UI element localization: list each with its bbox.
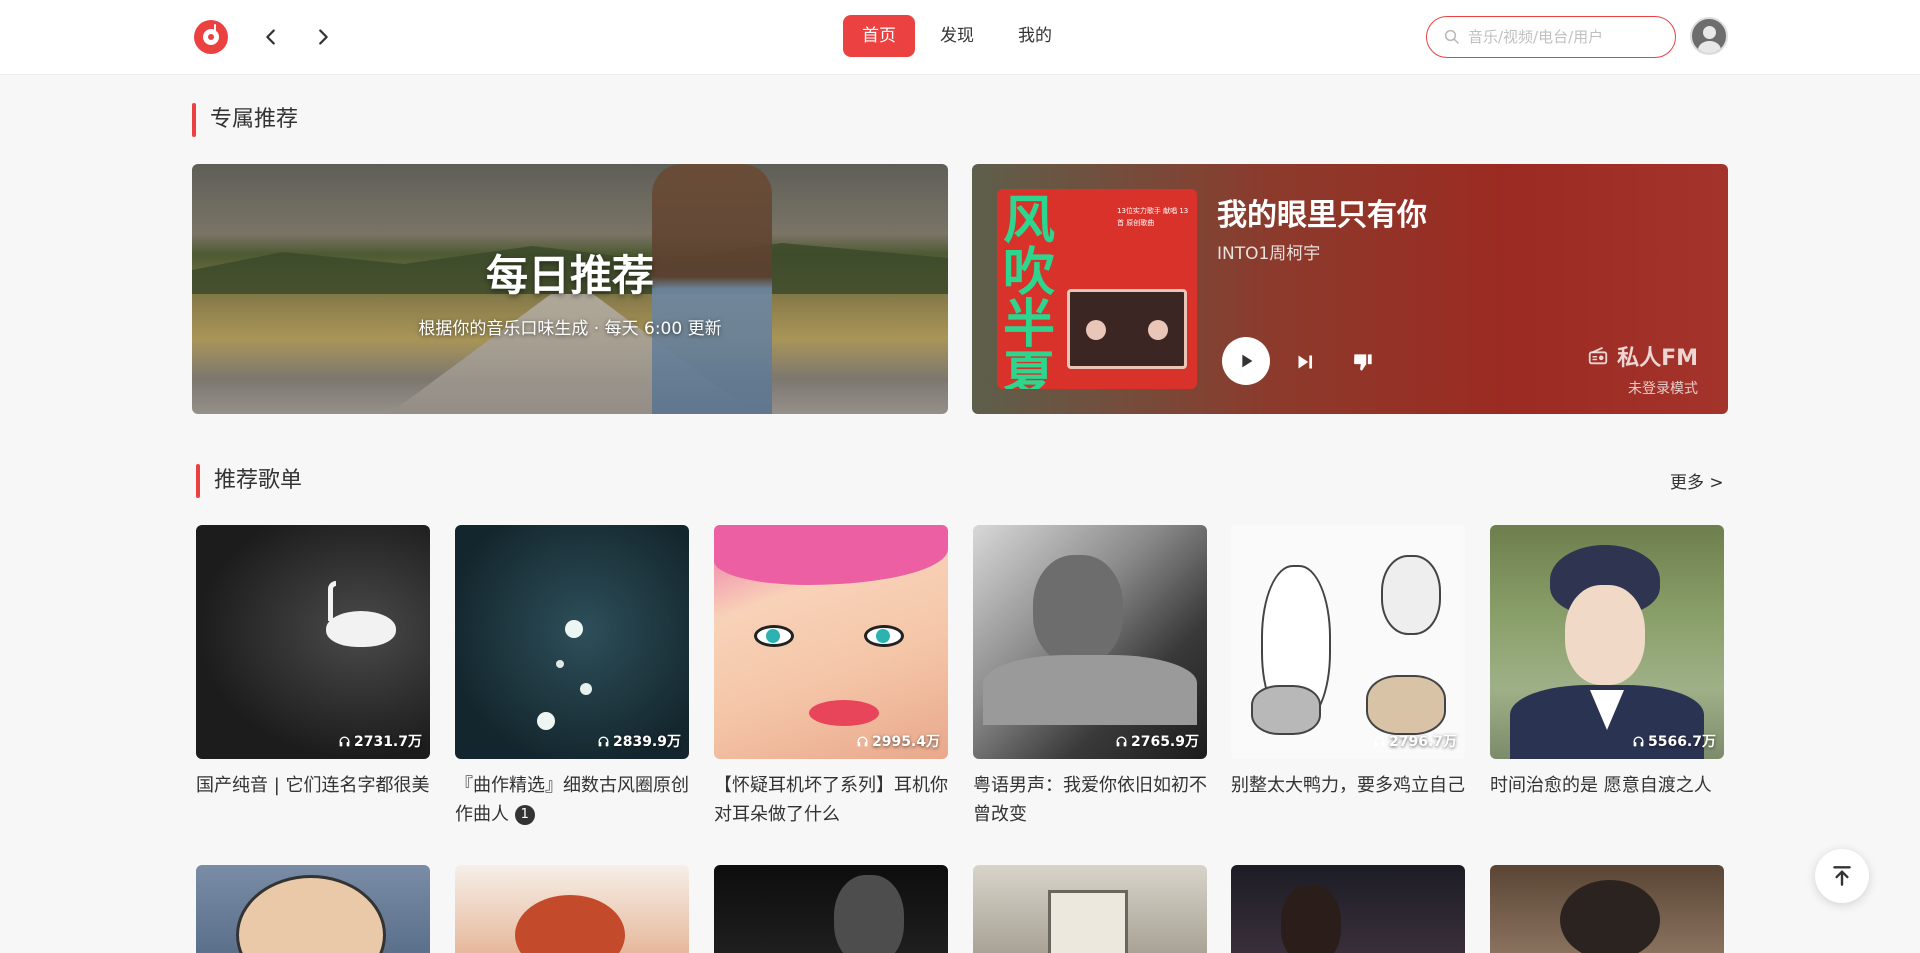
playlist-cover: 2731.7万 bbox=[196, 525, 430, 759]
forward-arrow-icon[interactable] bbox=[312, 26, 334, 48]
playlist-name-wrap[interactable]: 『曲作精选』细数古风圈原创作曲人 1 bbox=[455, 771, 689, 831]
play-icon bbox=[1242, 354, 1253, 368]
playlist-card[interactable]: 2839.9万 『曲作精选』细数古风圈原创作曲人 1 bbox=[455, 525, 689, 831]
daily-recommend-card[interactable]: 每日推荐 根据你的音乐口味生成 · 每天 6:00 更新 bbox=[192, 164, 948, 414]
user-avatar[interactable] bbox=[1690, 17, 1728, 55]
search-icon bbox=[1444, 29, 1459, 44]
private-fm-card[interactable]: 风吹半夏 13位实力歌手 献唱 13首 原创歌曲 我的眼里只有你 INTO1周柯… bbox=[972, 164, 1728, 414]
playlist-cover[interactable] bbox=[1231, 865, 1465, 953]
playlist-card[interactable]: 2995.4万 【怀疑耳机坏了系列】耳机你对耳朵做了什么 bbox=[714, 525, 948, 831]
playlist-card[interactable]: 5566.7万 时间治愈的是 愿意自渡之人 bbox=[1490, 525, 1724, 831]
main-tabs: 首页 发现 我的 bbox=[843, 15, 1071, 57]
playlist-name[interactable]: 时间治愈的是 愿意自渡之人 bbox=[1490, 771, 1724, 831]
fm-artist[interactable]: INTO1周柯宇 bbox=[1217, 239, 1320, 264]
daily-subtitle: 根据你的音乐口味生成 · 每天 6:00 更新 bbox=[418, 319, 722, 339]
top-bar: 首页 发现 我的 bbox=[0, 0, 1920, 75]
play-count: 2731.7万 bbox=[353, 734, 422, 750]
playlist-name[interactable]: 【怀疑耳机坏了系列】耳机你对耳朵做了什么 bbox=[714, 771, 948, 831]
play-count: 2796.7万 bbox=[1388, 734, 1457, 750]
back-to-top-button[interactable] bbox=[1815, 849, 1869, 903]
app-logo-icon[interactable] bbox=[194, 20, 228, 54]
playlist-cover[interactable] bbox=[196, 865, 430, 953]
cover-title: 风吹半夏 bbox=[1003, 190, 1056, 390]
playlist-name[interactable]: 国产纯音 | 它们连名字都很美 bbox=[196, 771, 430, 831]
daily-title: 每日推荐 bbox=[485, 251, 654, 300]
play-count: 2839.9万 bbox=[612, 734, 681, 750]
cover-text: 13位实力歌手 献唱 13首 原创歌曲 bbox=[1117, 207, 1189, 227]
fm-song-title[interactable]: 我的眼里只有你 bbox=[1217, 190, 1427, 234]
playlist-cover[interactable] bbox=[455, 865, 689, 953]
play-count: 5566.7万 bbox=[1647, 734, 1716, 750]
headphones-icon bbox=[857, 736, 868, 746]
tab-mine[interactable]: 我的 bbox=[999, 15, 1071, 57]
playlist-cover[interactable] bbox=[973, 865, 1207, 953]
tab-home[interactable]: 首页 bbox=[843, 15, 915, 57]
section-title-playlists: 推荐歌单 bbox=[196, 464, 302, 498]
fm-label: 私人FM bbox=[1617, 346, 1698, 371]
search-box[interactable] bbox=[1426, 16, 1676, 58]
search-input[interactable] bbox=[1468, 28, 1658, 46]
radio-icon bbox=[1588, 346, 1608, 365]
playlist-card[interactable]: 2796.7万 别整太大鸭力，要多鸡立自己 bbox=[1231, 525, 1465, 831]
cassette-image bbox=[1067, 289, 1187, 369]
play-button[interactable] bbox=[1222, 337, 1270, 385]
playlist-cover: 2995.4万 bbox=[714, 525, 948, 759]
next-track-icon[interactable] bbox=[1292, 349, 1318, 375]
playlist-cover[interactable] bbox=[714, 865, 948, 953]
headphones-icon bbox=[1116, 736, 1127, 746]
playlist-cover: 2839.9万 bbox=[455, 525, 689, 759]
fm-album-cover[interactable]: 风吹半夏 13位实力歌手 献唱 13首 原创歌曲 bbox=[997, 189, 1197, 389]
playlist-name[interactable]: 『曲作精选』细数古风圈原创作曲人 bbox=[455, 775, 689, 825]
dislike-icon[interactable] bbox=[1350, 349, 1376, 375]
count-badge: 1 bbox=[514, 805, 535, 825]
play-count: 2765.9万 bbox=[1130, 734, 1199, 750]
arrow-up-icon bbox=[1833, 866, 1851, 886]
headphones-icon bbox=[1374, 736, 1385, 746]
playlist-card[interactable]: 2765.9万 粤语男声：我爱你依旧如初不曾改变 bbox=[973, 525, 1207, 831]
headphones-icon bbox=[598, 736, 609, 746]
playlist-name[interactable]: 别整太大鸭力，要多鸡立自己 bbox=[1231, 771, 1465, 831]
playlist-name[interactable]: 粤语男声：我爱你依旧如初不曾改变 bbox=[973, 771, 1207, 831]
playlist-card[interactable]: 2731.7万 国产纯音 | 它们连名字都很美 bbox=[196, 525, 430, 831]
playlist-cover[interactable] bbox=[1490, 865, 1724, 953]
tab-discover[interactable]: 发现 bbox=[921, 15, 993, 57]
playlist-cover: 2796.7万 bbox=[1231, 525, 1465, 759]
more-link[interactable]: 更多 > bbox=[1670, 468, 1724, 493]
headphones-icon bbox=[339, 736, 350, 746]
fm-mode: 未登录模式 bbox=[1628, 381, 1698, 397]
headphones-icon bbox=[1633, 736, 1644, 746]
play-count: 2995.4万 bbox=[871, 734, 940, 750]
section-title-exclusive: 专属推荐 bbox=[192, 103, 298, 137]
back-arrow-icon[interactable] bbox=[260, 26, 282, 48]
playlist-cover: 5566.7万 bbox=[1490, 525, 1724, 759]
playlist-cover: 2765.9万 bbox=[973, 525, 1207, 759]
